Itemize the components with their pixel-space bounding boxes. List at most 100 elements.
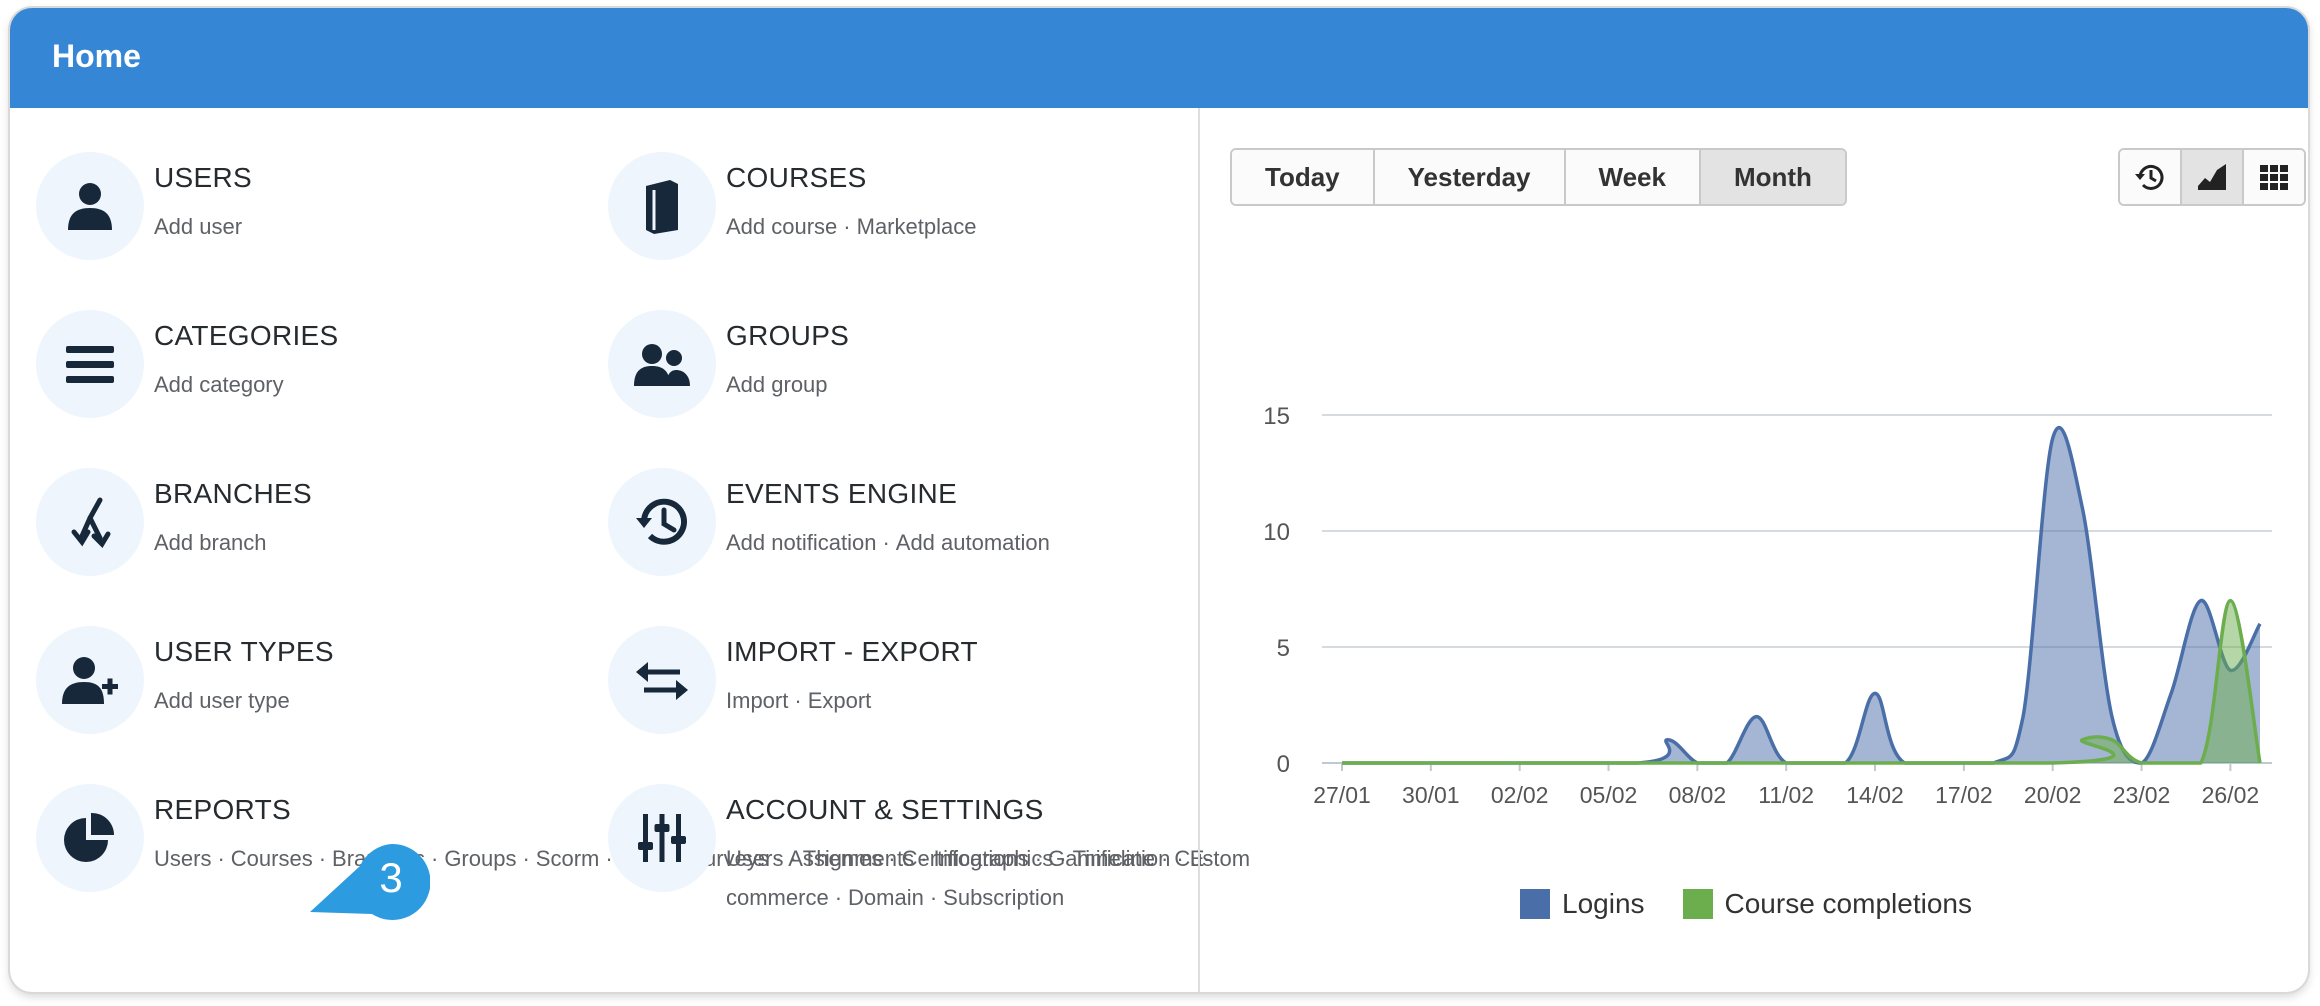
tile-links-events: Add notification · Add automation (726, 523, 1166, 562)
page-title: Home (52, 38, 141, 74)
tile-title-import-export[interactable]: IMPORT - EXPORT (726, 636, 978, 668)
activity-area-chart: 0 5 10 15 27/01 30/01 02/02 05/02 08/02 11/02 14/0… (1263, 403, 2272, 808)
y-tick-label: 10 (1263, 519, 1290, 546)
tile-link[interactable]: Add user (154, 214, 242, 239)
tile-link[interactable]: Courses (231, 846, 313, 871)
tile-title-user-types[interactable]: USER TYPES (154, 636, 334, 668)
area-view-button[interactable] (2182, 150, 2244, 204)
tile-title-account-settings[interactable]: ACCOUNT & SETTINGS (726, 794, 1044, 826)
tile-link[interactable]: Groups (444, 846, 516, 871)
series-course-completions-line (1342, 598, 2262, 765)
tile-link[interactable]: Add branch (154, 530, 267, 555)
legend-swatch-logins (1520, 889, 1550, 919)
tile-link[interactable]: Add group (726, 372, 828, 397)
tile-title-reports[interactable]: REPORTS (154, 794, 291, 826)
x-tick-label: 11/02 (1758, 782, 1814, 808)
tile-title-users[interactable]: USERS (154, 162, 252, 194)
tile-link[interactable]: Add automation (896, 530, 1050, 555)
range-month-button[interactable]: Month (1700, 150, 1845, 204)
book-icon[interactable] (608, 152, 716, 260)
range-week-button[interactable]: Week (1565, 150, 1701, 204)
link-separator: · (888, 846, 896, 871)
range-yesterday-button[interactable]: Yesterday (1374, 150, 1566, 204)
x-tick-label: 20/02 (2024, 782, 2082, 808)
tile-link[interactable]: Subscription (943, 885, 1064, 910)
y-tick-label: 15 (1263, 403, 1290, 430)
link-separator: · (929, 885, 938, 910)
tile-link[interactable]: Users (726, 846, 783, 871)
x-tick-label: 30/01 (1402, 782, 1460, 808)
x-tick-label: 27/01 (1313, 782, 1371, 808)
tile-links-users: Add user (154, 207, 594, 246)
link-separator: · (882, 530, 890, 555)
tile-link[interactable]: Domain (848, 885, 924, 910)
x-tick-label: 14/02 (1846, 782, 1904, 808)
tile-link[interactable]: Scorm (536, 846, 600, 871)
tile-links-user-types: Add user type (154, 681, 594, 720)
tile-link[interactable]: Users (154, 846, 211, 871)
tile-title-categories[interactable]: CATEGORIES (154, 320, 339, 352)
link-separator: · (794, 688, 802, 713)
series-logins-area (1342, 427, 2260, 763)
y-tick-label: 5 (1277, 635, 1290, 662)
tile-link[interactable]: Certifications (902, 846, 1029, 871)
legend-item-course-completions[interactable]: Course completions (1682, 888, 1972, 920)
link-separator: · (1176, 846, 1184, 871)
history-icon[interactable] (608, 468, 716, 576)
tile-link[interactable]: Export (808, 688, 872, 713)
add-user-icon[interactable] (36, 626, 144, 734)
link-separator: · (522, 846, 530, 871)
series-course-completions-area (1342, 600, 2260, 763)
x-tick-label: 02/02 (1491, 782, 1549, 808)
tile-title-groups[interactable]: GROUPS (726, 320, 849, 352)
home-card: Home USERS Add user COURSES Add course · M… (10, 8, 2308, 992)
legend-label-course-completions: Course completions (1724, 888, 1972, 919)
callout-number: 3 (379, 854, 403, 901)
tile-links-groups: Add group (726, 365, 1166, 404)
chart-legend: Logins Course completions (1520, 888, 1972, 920)
tile-title-courses[interactable]: COURSES (726, 162, 867, 194)
link-separator: · (1034, 846, 1043, 871)
tile-link[interactable]: Themes (803, 846, 882, 871)
tile-link[interactable]: Gamification (1048, 846, 1170, 871)
grid-view-button[interactable] (2244, 150, 2304, 204)
sliders-icon[interactable] (608, 784, 716, 892)
admin-shortcuts: USERS Add user COURSES Add course · Market… (10, 108, 1250, 992)
x-tick-label: 26/02 (2202, 782, 2260, 808)
tile-title-branches[interactable]: BRANCHES (154, 478, 312, 510)
tile-link[interactable]: Add category (154, 372, 284, 397)
tile-link[interactable]: Add notification (726, 530, 876, 555)
link-separator: · (843, 214, 851, 239)
link-separator: · (217, 846, 225, 871)
group-icon[interactable] (608, 310, 716, 418)
chart-view-selector (2118, 148, 2306, 206)
tile-links-import-export: Import · Export (726, 681, 1166, 720)
history-icon (2135, 164, 2164, 190)
x-tick-label: 17/02 (1935, 782, 1993, 808)
grid-icon (2260, 165, 2288, 190)
tile-link[interactable]: Marketplace (857, 214, 977, 239)
tile-link[interactable]: Import (726, 688, 788, 713)
tile-links-branches: Add branch (154, 523, 594, 562)
series-logins-line (1342, 426, 2262, 765)
legend-item-logins[interactable]: Logins (1520, 888, 1645, 920)
header-bar: Home (10, 8, 2308, 108)
legend-label-logins: Logins (1562, 888, 1645, 919)
branch-icon[interactable] (36, 468, 144, 576)
swap-arrows-icon[interactable] (608, 626, 716, 734)
tile-links-courses: Add course · Marketplace (726, 207, 1166, 246)
tile-link[interactable]: Add course (726, 214, 837, 239)
x-tick-label: 08/02 (1669, 782, 1727, 808)
tile-link[interactable]: Add user type (154, 688, 290, 713)
list-icon[interactable] (36, 310, 144, 418)
range-today-button[interactable]: Today (1232, 150, 1375, 204)
time-range-selector: Today Yesterday Week Month (1230, 148, 1847, 206)
tile-title-events[interactable]: EVENTS ENGINE (726, 478, 957, 510)
tile-links-categories: Add category (154, 365, 594, 404)
y-tick-label: 0 (1277, 751, 1290, 778)
history-view-button[interactable] (2120, 150, 2182, 204)
link-separator: · (789, 846, 797, 871)
user-icon[interactable] (36, 152, 144, 260)
pie-chart-icon[interactable] (36, 784, 144, 892)
activity-chart-pane: Today Yesterday Week Month 0 5 10 15 27/01 30… (1200, 108, 2308, 992)
